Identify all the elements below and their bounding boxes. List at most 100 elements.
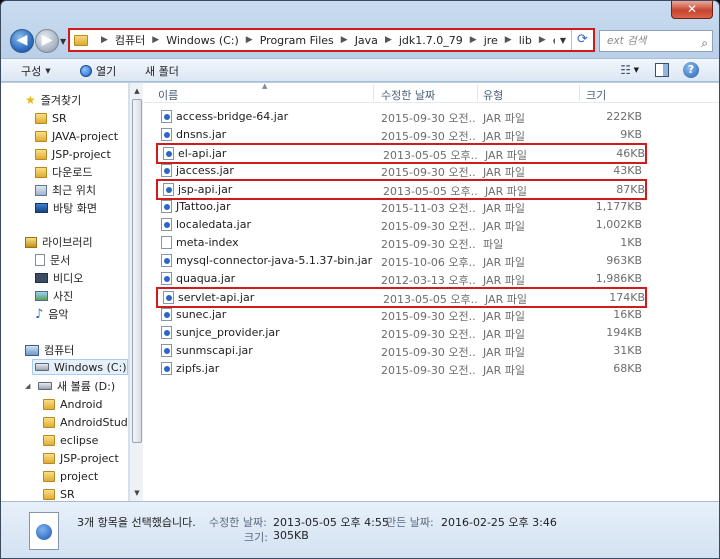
nav-favorite-item[interactable]: 다운로드 xyxy=(35,164,92,180)
preview-pane-icon[interactable] xyxy=(655,63,669,77)
breadcrumb-item[interactable]: jre xyxy=(484,34,498,47)
nav-favorite-item[interactable]: JAVA-project xyxy=(35,128,118,144)
file-row[interactable]: quaqua.jar 2012-03-13 오후... JAR 파일 1,986KB xyxy=(144,270,719,288)
nav-library-item[interactable]: 비디오 xyxy=(35,270,83,286)
file-size: 31KB xyxy=(613,344,642,357)
file-row[interactable]: mysql-connector-java-5.1.37-bin.jar 2015-… xyxy=(144,252,719,270)
file-size: 1,177KB xyxy=(595,200,642,213)
column-date[interactable]: 수정한 날짜 xyxy=(381,87,435,103)
file-name: sunmscapi.jar xyxy=(176,344,253,357)
breadcrumb-item[interactable]: Program Files xyxy=(260,34,334,47)
view-options-icon[interactable]: ☷ xyxy=(620,63,631,77)
search-icon[interactable]: ⌕ xyxy=(701,33,708,53)
chevron-down-icon[interactable]: ▼ xyxy=(634,66,639,74)
expanded-arrow-icon[interactable]: ◢ xyxy=(25,382,33,390)
breadcrumb-item[interactable]: Java xyxy=(355,34,378,47)
search-input[interactable]: ext 검색 ⌕ xyxy=(599,30,713,52)
file-row[interactable]: jaccess.jar 2015-09-30 오전... JAR 파일 43KB xyxy=(144,162,719,180)
nav-computer[interactable]: 컴퓨터 xyxy=(25,342,74,358)
nav-libraries[interactable]: 라이브러리 xyxy=(25,234,93,250)
file-type: JAR 파일 xyxy=(483,310,525,323)
new-folder-button[interactable]: 새 폴더 xyxy=(145,63,179,79)
file-row[interactable]: meta-index 2015-09-30 오전... 파일 1KB xyxy=(144,234,719,252)
nav-d-folder[interactable]: project xyxy=(43,468,98,484)
navigation-scrollbar[interactable]: ▲ ▼ xyxy=(129,83,143,501)
scrollbar-thumb[interactable] xyxy=(132,99,142,443)
file-row[interactable]: sunmscapi.jar 2015-09-30 오전... JAR 파일 31KB xyxy=(144,342,719,360)
file-row[interactable]: dnsns.jar 2015-09-30 오전... JAR 파일 9KB xyxy=(144,126,719,144)
file-type: JAR 파일 xyxy=(483,364,525,377)
file-row[interactable]: localedata.jar 2015-09-30 오전... JAR 파일 1,00… xyxy=(144,216,719,234)
open-button[interactable]: 열기 xyxy=(80,63,116,79)
nav-d-folder[interactable]: eclipse xyxy=(43,432,98,448)
sort-ascending-icon: ▲ xyxy=(262,82,268,90)
file-row[interactable]: servlet-api.jar 2013-05-05 오후... JAR 파일 174… xyxy=(156,287,647,308)
file-row[interactable]: sunjce_provider.jar 2015-09-30 오전... JAR 파… xyxy=(144,324,719,342)
nav-library-item[interactable]: 사진 xyxy=(35,288,73,304)
nav-label: project xyxy=(60,469,99,483)
nav-label: AndroidStudio xyxy=(60,415,128,429)
column-divider[interactable] xyxy=(579,85,580,101)
desktop-icon xyxy=(35,203,48,213)
file-row[interactable]: JTattoo.jar 2015-11-03 오전... JAR 파일 1,177KB xyxy=(144,198,719,216)
nav-favorite-item[interactable]: 최근 위치 xyxy=(35,182,96,198)
nav-d-folder[interactable]: SR xyxy=(43,486,75,501)
nav-library-item[interactable]: ♪ 음악 xyxy=(35,306,69,322)
drive-icon xyxy=(35,363,49,371)
nav-d-folder[interactable]: Android xyxy=(43,396,103,412)
file-date: 2015-09-30 오전... xyxy=(381,130,475,143)
column-divider[interactable] xyxy=(477,85,478,101)
folder-icon xyxy=(35,130,47,142)
chevron-right-icon[interactable]: ▶ xyxy=(246,35,253,45)
refresh-icon[interactable]: ⟳ xyxy=(571,30,593,50)
column-divider[interactable] xyxy=(373,85,374,101)
nav-drive-c[interactable]: Windows (C:) xyxy=(32,359,128,375)
chevron-right-icon[interactable]: ▶ xyxy=(152,35,159,45)
column-name[interactable]: 이름 xyxy=(158,87,178,103)
nav-favorite-item[interactable]: SR xyxy=(35,110,67,126)
file-row[interactable]: access-bridge-64.jar 2015-09-30 오전... JAR … xyxy=(144,108,719,126)
recent-pages-dropdown-icon[interactable]: ▼ xyxy=(60,37,66,46)
nav-d-folder[interactable]: AndroidStudio xyxy=(43,414,128,430)
modified-value: 2013-05-05 오후 4:55 xyxy=(273,516,389,529)
chevron-right-icon[interactable]: ▶ xyxy=(470,35,477,45)
help-icon[interactable]: ? xyxy=(683,62,699,78)
chevron-right-icon[interactable]: ▶ xyxy=(385,35,392,45)
file-size: 16KB xyxy=(613,308,642,321)
jar-file-icon xyxy=(163,147,174,160)
close-button[interactable]: ✕ xyxy=(671,1,713,19)
breadcrumb-item[interactable]: jdk1.7.0_79 xyxy=(399,34,463,47)
nav-favorite-item[interactable]: JSP-project xyxy=(35,146,111,162)
file-size: 1,986KB xyxy=(595,272,642,285)
nav-favorites[interactable]: ★ 즐겨찾기 xyxy=(25,92,81,108)
breadcrumb-item[interactable]: 컴퓨터 xyxy=(115,32,145,48)
chevron-right-icon[interactable]: ▶ xyxy=(101,35,108,45)
file-type: JAR 파일 xyxy=(483,202,525,215)
nav-d-folder[interactable]: JSP-project xyxy=(43,450,119,466)
file-type: JAR 파일 xyxy=(483,112,525,125)
file-row[interactable]: sunec.jar 2015-09-30 오전... JAR 파일 16KB xyxy=(144,306,719,324)
chevron-right-icon[interactable]: ▶ xyxy=(341,35,348,45)
file-size: 1,002KB xyxy=(595,218,642,231)
file-row[interactable]: jsp-api.jar 2013-05-05 오후... JAR 파일 87KB xyxy=(156,179,647,200)
file-row[interactable]: el-api.jar 2013-05-05 오후... JAR 파일 46KB xyxy=(156,143,647,164)
chevron-right-icon[interactable]: ▶ xyxy=(539,35,546,45)
forward-button[interactable]: ▶ xyxy=(35,29,59,53)
organize-button[interactable]: 구성 ▼ xyxy=(21,63,51,79)
breadcrumb-item[interactable]: lib xyxy=(519,34,532,47)
nav-library-item[interactable]: 문서 xyxy=(35,252,70,268)
file-row[interactable]: zipfs.jar 2015-09-30 오전... JAR 파일 68KB xyxy=(144,360,719,378)
scroll-down-icon[interactable]: ▼ xyxy=(130,486,144,500)
column-size[interactable]: 크기 xyxy=(586,87,606,103)
back-button[interactable]: ◀ xyxy=(10,29,34,53)
address-bar[interactable]: ▶ 컴퓨터 ▶ Windows (C:) ▶ Program Files ▶ Java ▶ jdk… xyxy=(68,28,595,52)
jar-file-icon xyxy=(161,326,172,339)
breadcrumb-item[interactable]: Windows (C:) xyxy=(166,34,239,47)
nav-drive-d[interactable]: ◢ 새 볼륨 (D:) xyxy=(25,378,115,394)
chevron-right-icon[interactable]: ▶ xyxy=(505,35,512,45)
nav-favorite-item[interactable]: 바탕 화면 xyxy=(35,200,97,216)
jar-file-icon xyxy=(163,291,174,304)
address-dropdown-icon[interactable]: ▼ xyxy=(555,36,571,45)
scroll-up-icon[interactable]: ▲ xyxy=(130,84,144,98)
column-type[interactable]: 유형 xyxy=(483,87,503,103)
